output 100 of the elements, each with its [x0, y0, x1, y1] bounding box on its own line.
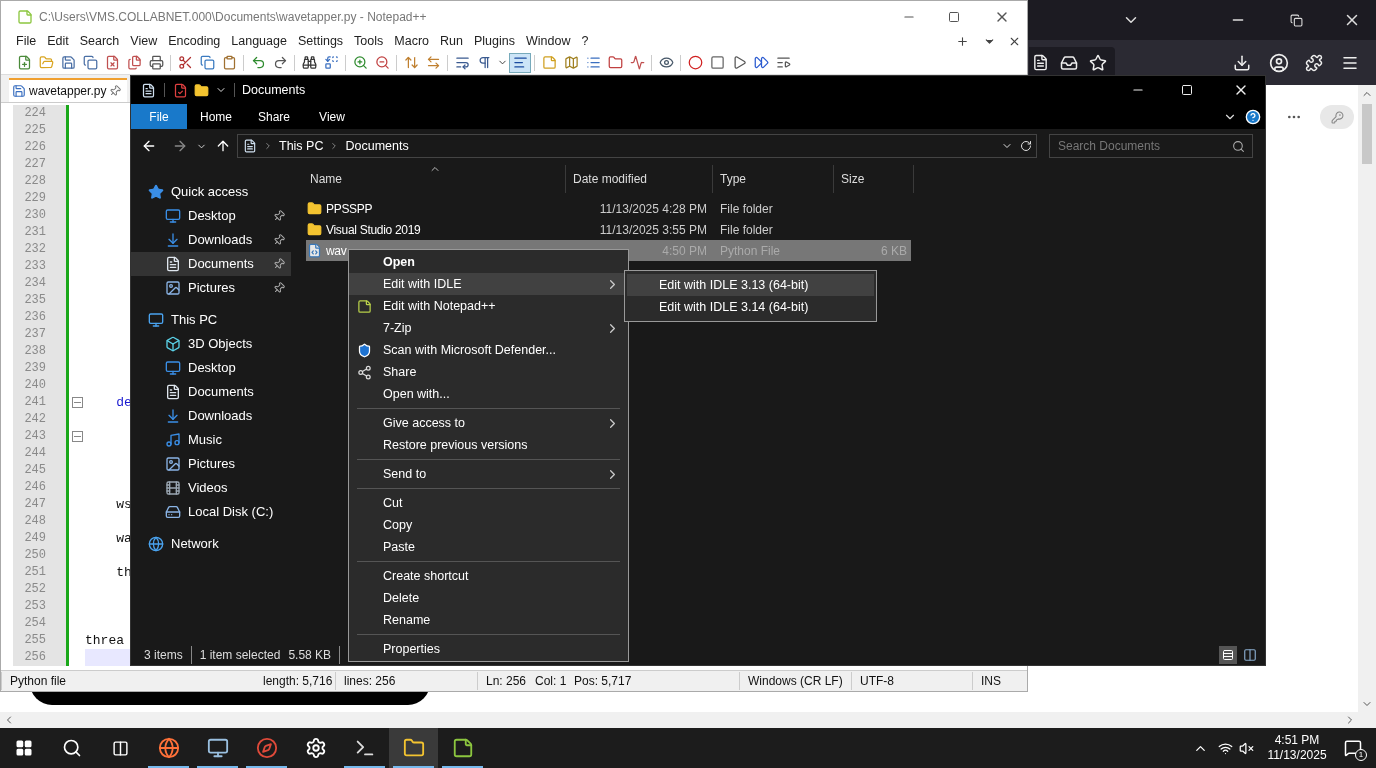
- menu-item[interactable]: Edit with Notepad++: [349, 295, 628, 317]
- nav-item[interactable]: Pictures: [131, 276, 291, 300]
- menu-item[interactable]: Plugins: [473, 32, 515, 51]
- status-text: 1 item selected: [198, 646, 282, 664]
- menu-item[interactable]: Rename: [349, 609, 628, 631]
- close-icon[interactable]: [1008, 35, 1021, 48]
- help-icon[interactable]: [1245, 108, 1261, 125]
- menu-item[interactable]: Paste: [349, 536, 628, 558]
- nav-item[interactable]: Documents: [131, 380, 291, 404]
- reader-view-icon[interactable]: [1032, 54, 1049, 71]
- nav-item[interactable]: Pictures: [131, 452, 291, 476]
- menu-item[interactable]: Cut: [349, 492, 628, 514]
- network-icon[interactable]: [1218, 740, 1233, 756]
- plus-icon[interactable]: [956, 35, 969, 48]
- menu-item[interactable]: Run: [440, 32, 463, 51]
- taskbar-app[interactable]: [389, 728, 438, 768]
- menu-item[interactable]: Window: [525, 32, 571, 51]
- file-row[interactable]: PPSSPP 11/13/2025 4:28 PM File folder: [306, 198, 911, 219]
- menu-item[interactable]: Properties: [349, 638, 628, 660]
- menu-item[interactable]: Open with...: [349, 383, 628, 405]
- key-button[interactable]: [1320, 105, 1354, 129]
- restore-icon[interactable]: [1290, 13, 1303, 27]
- column-header[interactable]: Type: [713, 165, 834, 193]
- ribbon-tab[interactable]: Share: [245, 104, 303, 129]
- menu-item[interactable]: File: [16, 32, 37, 51]
- menu-item[interactable]: View: [130, 32, 158, 51]
- nav-item[interactable]: Local Disk (C:): [131, 500, 291, 524]
- menu-item[interactable]: Settings: [297, 32, 344, 51]
- search-icon[interactable]: [1232, 140, 1245, 153]
- menu-item[interactable]: Send to: [349, 463, 628, 485]
- up-icon[interactable]: [215, 138, 231, 154]
- current-line-highlight: [85, 649, 131, 666]
- forward-icon[interactable]: [172, 138, 188, 154]
- status-text: Col: 1: [534, 673, 566, 690]
- menu-item[interactable]: Scan with Microsoft Defender...: [349, 339, 628, 361]
- clock[interactable]: 4:51 PM 11/13/2025: [1264, 728, 1330, 768]
- vertical-scrollbar[interactable]: [1358, 85, 1376, 712]
- menu-item[interactable]: Share: [349, 361, 628, 383]
- nav-item[interactable]: Music: [131, 428, 291, 452]
- nav-item[interactable]: Downloads: [131, 404, 291, 428]
- back-icon[interactable]: [141, 138, 157, 154]
- code-text: threa: [85, 632, 124, 649]
- details-view-button[interactable]: [1219, 645, 1237, 664]
- volume-muted-icon[interactable]: [1239, 740, 1254, 756]
- nav-item[interactable]: Network: [131, 532, 291, 556]
- breadcrumb-item[interactable]: Documents: [345, 136, 409, 156]
- menu-item[interactable]: Give access to: [349, 412, 628, 434]
- ribbon-tab[interactable]: File: [131, 104, 187, 129]
- nav-item[interactable]: Documents: [131, 252, 291, 276]
- download-icon[interactable]: [1233, 53, 1251, 72]
- ribbon-tab[interactable]: View: [303, 104, 361, 129]
- nav-item[interactable]: Desktop: [131, 204, 291, 228]
- menu-item[interactable]: Tools: [354, 32, 384, 51]
- line-number: 224: [13, 105, 66, 122]
- tray-icon[interactable]: [1060, 53, 1078, 72]
- nav-item[interactable]: Desktop: [131, 356, 291, 380]
- document-tab[interactable]: wavetapper.py: [9, 78, 127, 102]
- large-icons-view-icon[interactable]: [1243, 647, 1257, 662]
- notification-button[interactable]: 1: [1330, 728, 1376, 768]
- menu-item[interactable]: Edit: [47, 32, 69, 51]
- file-type: File folder: [719, 200, 774, 218]
- nav-item[interactable]: Videos: [131, 476, 291, 500]
- address-bar[interactable]: This PC Documents: [237, 134, 1037, 158]
- menu-item[interactable]: Create shortcut: [349, 565, 628, 587]
- window-title: Documents: [242, 81, 307, 99]
- checked-document-icon[interactable]: [173, 82, 188, 98]
- column-header[interactable]: Size: [834, 165, 914, 193]
- folder-icon[interactable]: [194, 82, 209, 98]
- column-header[interactable]: Name: [301, 165, 566, 193]
- column-header[interactable]: Date modified: [566, 165, 713, 193]
- menu-item[interactable]: Encoding: [168, 32, 221, 51]
- menu-item[interactable]: 7-Zip: [349, 317, 628, 339]
- menu-item[interactable]: Language: [231, 32, 287, 51]
- ribbon-tab[interactable]: Home: [187, 104, 245, 129]
- fold-marker-icon[interactable]: [71, 397, 83, 408]
- search-field[interactable]: Search Documents: [1049, 134, 1253, 158]
- fold-marker-icon[interactable]: [71, 431, 83, 442]
- menu-item[interactable]: ?: [581, 32, 589, 51]
- nav-item[interactable]: This PC: [131, 308, 291, 332]
- menu-item[interactable]: Edit with IDLE 3.13 (64-bit): [627, 274, 874, 296]
- menu-item[interactable]: Open: [349, 251, 628, 273]
- refresh-icon[interactable]: [1020, 140, 1032, 152]
- indent-guide-icon[interactable]: [509, 52, 531, 73]
- bookmark-star-icon[interactable]: [1089, 53, 1107, 72]
- file-row[interactable]: Visual Studio 2019 11/13/2025 3:55 PM File folder: [306, 219, 911, 240]
- menu-item[interactable]: Copy: [349, 514, 628, 536]
- nav-item[interactable]: 3D Objects: [131, 332, 291, 356]
- breadcrumb-item[interactable]: This PC: [279, 136, 324, 156]
- nav-item[interactable]: Quick access: [131, 180, 291, 204]
- maximize-icon[interactable]: [948, 10, 960, 23]
- properties-icon[interactable]: [141, 82, 156, 98]
- menu-item[interactable]: Edit with IDLE 3.14 (64-bit): [627, 296, 874, 318]
- menu-item[interactable]: Search: [79, 32, 120, 51]
- scroll-thumb[interactable]: [1362, 104, 1372, 164]
- menu-item[interactable]: Restore previous versions: [349, 434, 628, 456]
- account-icon[interactable]: [1269, 52, 1289, 73]
- menu-item[interactable]: Delete: [349, 587, 628, 609]
- menu-item[interactable]: Macro: [394, 32, 430, 51]
- nav-item[interactable]: Downloads: [131, 228, 291, 252]
- extensions-icon[interactable]: [1305, 53, 1323, 72]
